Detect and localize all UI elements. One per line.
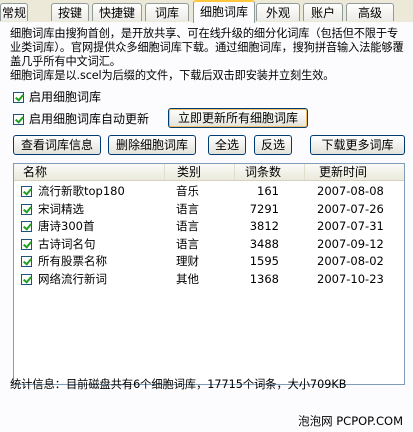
column-header-count[interactable]: 词条数 <box>234 164 281 180</box>
footer: 泡泡网 PCPOP.COM <box>0 406 413 432</box>
status-text: 统计信息：目前磁盘共有6个细胞词库，17715个词条，大小709KB <box>10 378 347 391</box>
table-row[interactable]: 宋词精选 语言 7291 2007-07-26 <box>14 201 404 218</box>
cell-date: 2007-09-12 <box>317 236 384 251</box>
settings-window: 常规 按键 快捷键 词库 细胞词库 外观 账户 高级 细胞词库由搜狗首创，是开放… <box>0 0 413 432</box>
description-paragraph-2: 细胞词库是以.scel为后缀的文件，下载后双击即安装并立刻生效。 <box>10 69 335 82</box>
tab-content: 细胞词库由搜狗首创，是开放共享、可在线升级的细分化词库（包括但不限于专业类词库）… <box>0 22 413 432</box>
table-row[interactable]: 流行新歌top180 音乐 161 2007-08-08 <box>14 183 404 200</box>
list-header: 名称 类别 词条数 更新时间 <box>14 164 404 181</box>
cell-name: 宋词精选 <box>38 201 84 216</box>
cell-category: 音乐 <box>176 184 199 198</box>
tab-account[interactable]: 账户 <box>303 3 343 21</box>
tab-general[interactable]: 常规 <box>0 3 28 21</box>
cell-date: 2007-07-26 <box>317 201 384 216</box>
cell-category: 语言 <box>176 219 199 233</box>
cell-date: 2007-10-23 <box>317 271 384 286</box>
lexicon-list[interactable]: 名称 类别 词条数 更新时间 流行新歌top180 音乐 161 2007-08-08… <box>13 163 405 385</box>
cell-name: 流行新歌top180 <box>38 184 125 198</box>
cell-count: 3812 <box>249 219 279 233</box>
cell-date: 2007-07-31 <box>317 219 384 233</box>
auto-update-label: 启用细胞词库自动更新 <box>29 112 150 126</box>
delete-lexicon-button[interactable]: 删除细胞词库 <box>108 135 196 155</box>
watermark: 泡泡网 PCPOP.COM <box>298 414 403 428</box>
cell-name: 古诗词名句 <box>38 236 96 251</box>
table-row[interactable]: 古诗词名句 语言 3488 2007-09-12 <box>14 236 404 253</box>
enable-cell-lexicon-checkbox[interactable]: 启用细胞词库 <box>13 89 101 105</box>
column-header-category[interactable]: 类别 <box>164 164 201 180</box>
cell-date: 2007-08-02 <box>317 254 384 268</box>
row-checkbox[interactable] <box>21 256 32 267</box>
cell-name: 网络流行新词 <box>38 271 107 286</box>
tab-cell-lexicon[interactable]: 细胞词库 <box>193 0 255 23</box>
row-checkbox[interactable] <box>21 273 32 285</box>
table-row[interactable]: 唐诗300首 语言 3812 2007-07-31 <box>14 218 404 235</box>
tab-lexicon[interactable]: 词库 <box>145 3 189 21</box>
tab-appearance[interactable]: 外观 <box>256 3 300 21</box>
row-checkbox[interactable] <box>21 221 32 232</box>
cell-category: 理财 <box>176 254 199 268</box>
cell-name: 唐诗300首 <box>38 219 95 233</box>
table-row[interactable]: 所有股票名称 理财 1595 2007-08-02 <box>14 253 404 270</box>
column-header-name[interactable]: 名称 <box>23 164 47 180</box>
cell-name: 所有股票名称 <box>38 254 107 268</box>
cell-category: 语言 <box>176 201 199 216</box>
checkbox-box[interactable] <box>13 91 24 103</box>
description: 细胞词库由搜狗首创，是开放共享、可在线升级的细分化词库（包括但不限于专业类词库）… <box>10 27 405 83</box>
select-all-button[interactable]: 全选 <box>208 135 246 155</box>
cell-date: 2007-08-08 <box>317 184 384 198</box>
auto-update-checkbox[interactable]: 启用细胞词库自动更新 <box>13 111 149 127</box>
row-checkbox[interactable] <box>21 203 32 215</box>
cell-category: 语言 <box>176 236 199 251</box>
row-checkbox[interactable] <box>21 186 32 197</box>
table-row[interactable]: 网络流行新词 其他 1368 2007-10-23 <box>14 271 404 288</box>
cell-count: 1368 <box>249 271 279 286</box>
update-all-button[interactable]: 立即更新所有细胞词库 <box>168 108 308 128</box>
cell-count: 3488 <box>249 236 279 251</box>
enable-cell-lexicon-label: 启用细胞词库 <box>29 90 102 104</box>
cell-count: 7291 <box>249 201 279 216</box>
description-paragraph: 细胞词库由搜狗首创，是开放共享、可在线升级的细分化词库（包括但不限于专业类词库）… <box>10 27 404 68</box>
tab-bar: 常规 按键 快捷键 词库 细胞词库 外观 账户 高级 <box>0 0 413 23</box>
row-checkbox[interactable] <box>21 238 32 250</box>
column-header-date[interactable]: 更新时间 <box>304 164 367 180</box>
invert-selection-button[interactable]: 反选 <box>254 135 292 155</box>
tab-keys[interactable]: 按键 <box>51 3 89 21</box>
cell-count: 1595 <box>249 254 279 268</box>
view-lexicon-info-button[interactable]: 查看词库信息 <box>13 135 101 155</box>
tab-shortcuts[interactable]: 快捷键 <box>92 3 142 21</box>
cell-count: 161 <box>257 184 279 198</box>
cell-category: 其他 <box>176 271 199 286</box>
checkbox-box[interactable] <box>13 113 24 125</box>
tab-advanced[interactable]: 高级 <box>346 3 394 21</box>
download-more-button[interactable]: 下载更多词库 <box>310 135 405 155</box>
